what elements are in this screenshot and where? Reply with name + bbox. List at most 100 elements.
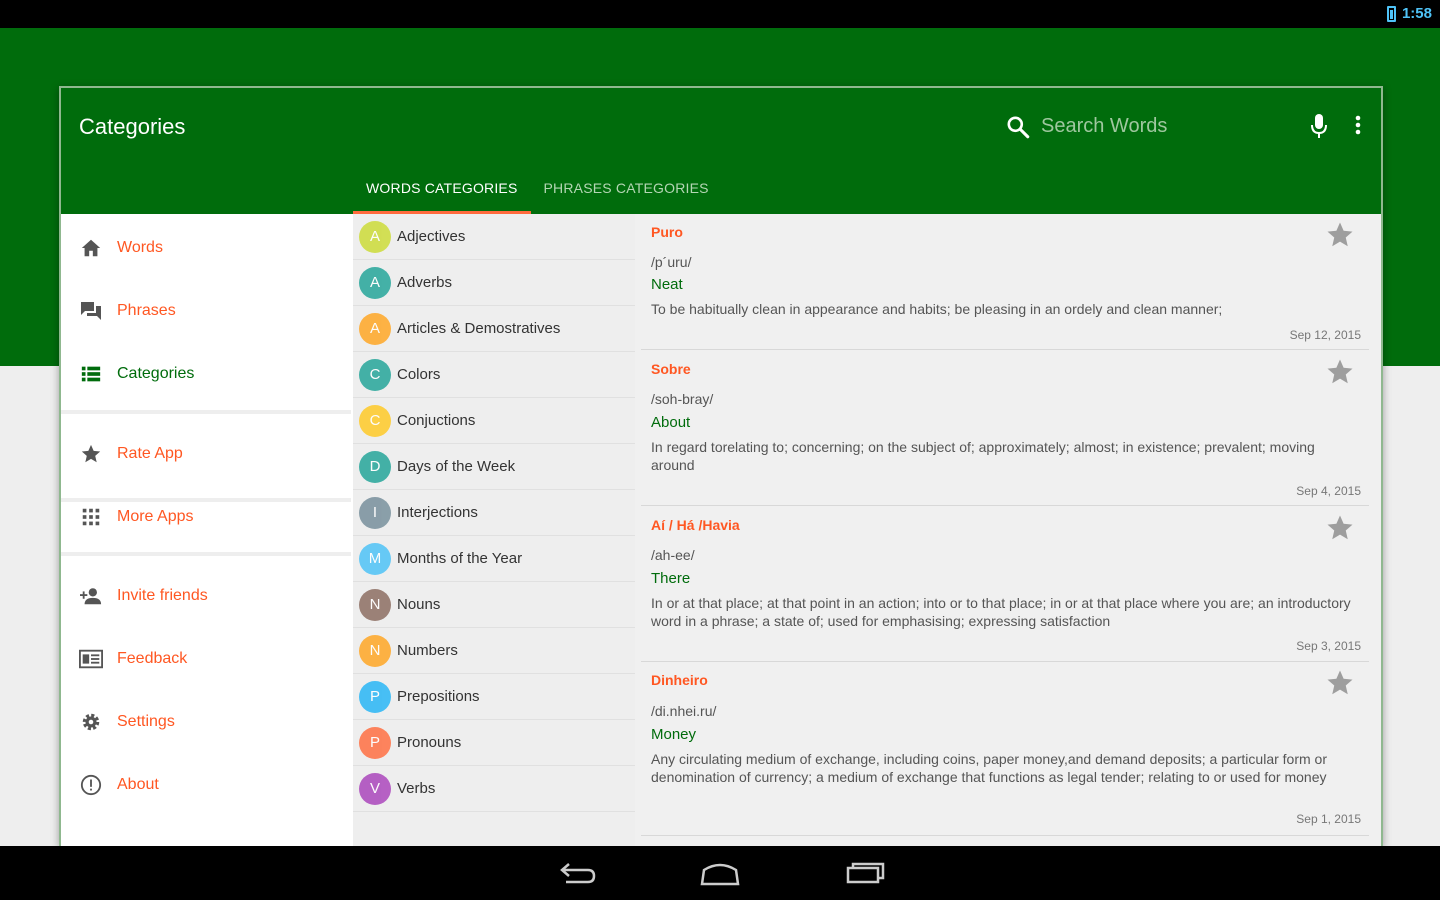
category-label: Prepositions [397, 688, 480, 705]
favorite-star-icon[interactable] [1325, 357, 1355, 387]
system-navigation-bar [0, 846, 1440, 900]
word-phonetic: /di.nhei.ru/ [651, 703, 717, 719]
tab-phrases-categories[interactable]: PHRASES CATEGORIES [531, 162, 722, 214]
category-label: Verbs [397, 780, 436, 797]
status-bar: 1:58 [0, 0, 1440, 28]
category-avatar: P [359, 680, 391, 713]
word-card[interactable]: Aí / Há /Havia /ah-ee/ There In or at th… [641, 507, 1369, 662]
list-item[interactable]: N Numbers [353, 628, 635, 674]
category-avatar: N [359, 588, 391, 621]
drawer-item-words[interactable]: Words [61, 224, 351, 272]
star-icon [79, 442, 103, 466]
drawer-label-about: About [117, 776, 159, 793]
category-label: Months of the Year [397, 550, 523, 567]
app-toolbar: Categories WORDS CATEGORIES PHRASES CATE… [61, 88, 1381, 214]
list-item[interactable]: A Articles & Demostratives [353, 306, 635, 352]
list-item[interactable]: P Pronouns [353, 720, 635, 766]
tab-words-categories[interactable]: WORDS CATEGORIES [353, 162, 531, 214]
category-avatar: V [359, 772, 391, 805]
drawer-label-feedback: Feedback [117, 650, 188, 667]
word-phonetic: /p´uru/ [651, 254, 692, 270]
category-avatar: C [359, 404, 391, 437]
word-definition: In or at that place; at that point in an… [651, 595, 1351, 629]
chat-icon [79, 299, 103, 323]
favorite-star-icon[interactable] [1325, 513, 1355, 543]
list-icon [79, 362, 103, 386]
list-item[interactable]: A Adjectives [353, 214, 635, 260]
list-item[interactable]: V Verbs [353, 766, 635, 812]
category-tabs: WORDS CATEGORIES PHRASES CATEGORIES [353, 162, 722, 214]
feedback-icon [79, 647, 103, 671]
category-label: Days of the Week [397, 458, 516, 475]
category-label: Pronouns [397, 734, 462, 751]
category-label: Articles & Demostratives [397, 320, 561, 337]
list-item[interactable]: C Colors [353, 352, 635, 398]
list-item[interactable]: C Conjuctions [353, 398, 635, 444]
apps-grid-icon [79, 505, 103, 529]
word-card[interactable]: Puro /p´uru/ Neat To be habitually clean… [641, 214, 1369, 350]
drawer-item-invite-friends[interactable]: Invite friends [61, 572, 351, 620]
navigation-drawer: Words Phrases Categories Rate App More A… [61, 214, 353, 846]
category-avatar: A [359, 220, 391, 253]
page-title: Categories [79, 114, 186, 139]
word-title: Puro [651, 224, 683, 240]
drawer-item-feedback[interactable]: Feedback [61, 635, 351, 683]
list-item[interactable]: D Days of the Week [353, 444, 635, 490]
category-avatar: P [359, 726, 391, 759]
category-label: Adverbs [397, 274, 453, 291]
drawer-item-settings[interactable]: Settings [61, 698, 351, 746]
list-item[interactable]: N Nouns [353, 582, 635, 628]
search-icon[interactable] [1005, 114, 1031, 140]
drawer-label-words: Words [117, 239, 163, 256]
drawer-label-categories: Categories [117, 365, 195, 382]
drawer-label-phrases: Phrases [117, 302, 176, 319]
drawer-item-about[interactable]: About [61, 761, 351, 809]
overflow-menu-icon[interactable] [1351, 112, 1365, 140]
category-avatar: D [359, 450, 391, 483]
word-card[interactable]: Dinheiro /di.nhei.ru/ Money Any circulat… [641, 662, 1369, 836]
battery-icon [1386, 5, 1396, 22]
words-list: Puro /p´uru/ Neat To be habitually clean… [635, 214, 1381, 846]
word-definition: In regard torelating to; concerning; on … [651, 439, 1315, 473]
category-label: Colors [397, 366, 441, 383]
home-nav-icon[interactable] [698, 858, 742, 888]
microphone-icon[interactable] [1307, 112, 1331, 140]
word-card[interactable]: Sobre /soh-bray/ About In regard torelat… [641, 351, 1369, 506]
category-avatar: I [359, 496, 391, 529]
category-avatar: N [359, 634, 391, 667]
search-input[interactable] [1041, 110, 1271, 142]
drawer-item-more-apps[interactable]: More Apps [61, 493, 351, 541]
list-item[interactable]: P Prepositions [353, 674, 635, 720]
word-date: Sep 4, 2015 [1296, 484, 1361, 498]
list-item[interactable]: I Interjections [353, 490, 635, 536]
drawer-label-settings: Settings [117, 713, 175, 730]
back-icon[interactable] [554, 858, 598, 888]
list-item[interactable]: A Adverbs [353, 260, 635, 306]
category-list: A Adjectives A Adverbs A Articles & Demo… [353, 214, 635, 846]
word-translation: About [651, 414, 691, 431]
category-avatar: A [359, 266, 391, 299]
drawer-item-phrases[interactable]: Phrases [61, 287, 351, 335]
drawer-divider [61, 552, 351, 556]
word-phonetic: /soh-bray/ [651, 391, 714, 407]
favorite-star-icon[interactable] [1325, 220, 1355, 250]
recent-apps-icon[interactable] [844, 858, 888, 888]
home-icon [79, 236, 103, 260]
category-label: Nouns [397, 596, 441, 613]
main-card: Categories WORDS CATEGORIES PHRASES CATE… [59, 86, 1383, 846]
word-date: Sep 12, 2015 [1289, 328, 1361, 342]
drawer-label-more-apps: More Apps [117, 508, 194, 525]
info-icon [79, 773, 103, 797]
favorite-star-icon[interactable] [1325, 668, 1355, 698]
category-avatar: A [359, 312, 391, 345]
status-indicators: 1:58 [1386, 5, 1432, 22]
word-date: Sep 3, 2015 [1296, 639, 1361, 653]
category-label: Conjuctions [397, 412, 476, 429]
word-translation: There [651, 570, 691, 587]
add-person-icon [79, 584, 103, 608]
drawer-item-rate-app[interactable]: Rate App [61, 430, 351, 478]
drawer-item-categories[interactable]: Categories [61, 350, 351, 398]
list-item[interactable]: M Months of the Year [353, 536, 635, 582]
category-label: Interjections [397, 504, 478, 521]
category-label: Adjectives [397, 228, 466, 245]
